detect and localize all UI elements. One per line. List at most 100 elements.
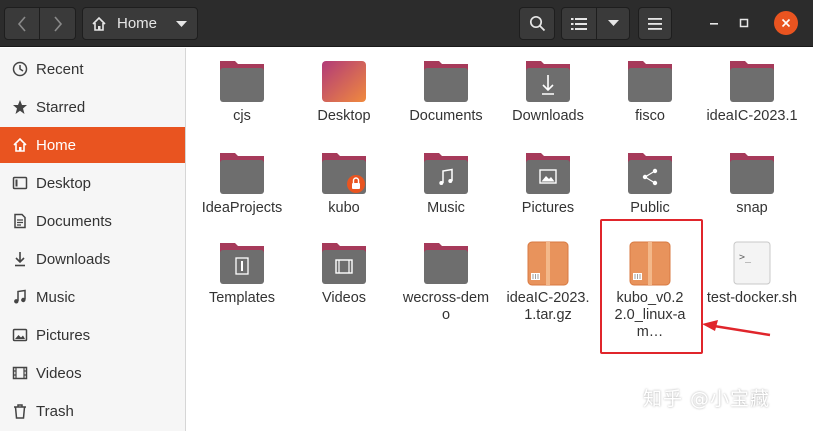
minimize-icon: [710, 23, 718, 25]
sidebar-item-label: Home: [36, 136, 77, 154]
file-name: kubo: [328, 200, 360, 216]
folder-icon: [220, 153, 264, 194]
sidebar-item-trash[interactable]: Trash: [0, 393, 185, 429]
svg-text:>_: >_: [739, 252, 752, 263]
file-item[interactable]: Videos: [296, 240, 392, 307]
folder-icon: [424, 61, 468, 102]
file-item[interactable]: Public: [602, 150, 698, 217]
file-item[interactable]: Music: [398, 150, 494, 217]
chevron-down-icon: [607, 20, 619, 26]
sidebar-item-label: Starred: [36, 98, 86, 116]
search-icon: [529, 15, 545, 32]
sidebar-item-label: Desktop: [36, 174, 92, 192]
highlight-box: [600, 219, 703, 354]
file-item[interactable]: >_ test-docker.sh: [704, 240, 800, 307]
music-folder-icon: [424, 153, 468, 194]
file-item[interactable]: Pictures: [500, 150, 596, 217]
chevron-down-icon: [176, 21, 187, 27]
file-name: Public: [630, 200, 670, 216]
file-name: ideaIC-2023.1: [706, 108, 798, 124]
file-item[interactable]: ideaIC-2023.1.tar.gz: [500, 240, 596, 324]
search-button[interactable]: [519, 7, 555, 40]
folder-icon: [730, 61, 774, 102]
file-item[interactable]: fisco: [602, 58, 698, 125]
sidebar-item-starred[interactable]: Starred: [0, 89, 185, 125]
file-name: IdeaProjects: [201, 200, 283, 216]
file-item[interactable]: wecross-demo: [398, 240, 494, 324]
share-folder-icon: [628, 153, 672, 194]
sidebar-item-label: Downloads: [36, 250, 111, 268]
minimize-button[interactable]: [702, 11, 726, 35]
maximize-button[interactable]: [732, 11, 756, 35]
file-item[interactable]: IdeaProjects: [194, 150, 290, 217]
sidebar-item-label: Pictures: [36, 326, 91, 344]
downloads-folder-icon: [526, 61, 570, 102]
file-name: wecross-demo: [402, 290, 490, 323]
folder-icon: [220, 61, 264, 102]
sidebar-item-documents[interactable]: Documents: [0, 203, 185, 239]
file-name: snap: [736, 200, 768, 216]
home-icon: [92, 16, 106, 31]
file-item[interactable]: Templates: [194, 240, 290, 307]
file-name: Templates: [208, 290, 276, 306]
sidebar-item-recent[interactable]: Recent: [0, 51, 185, 87]
file-name: Desktop: [317, 108, 371, 124]
folder-icon: [730, 153, 774, 194]
forward-button[interactable]: [40, 7, 76, 40]
back-button[interactable]: [4, 7, 40, 40]
sidebar-item-videos[interactable]: Videos: [0, 355, 185, 391]
document-icon: [11, 212, 29, 230]
pictures-folder-icon: [526, 153, 570, 194]
list-view-icon: [571, 17, 587, 30]
locked-folder-icon: [322, 153, 366, 194]
templates-folder-icon: [220, 243, 264, 284]
file-name: cjs: [233, 108, 251, 124]
file-name: Music: [427, 200, 465, 216]
chevron-left-icon: [17, 15, 26, 32]
file-name: Downloads: [512, 108, 584, 124]
home-icon: [11, 136, 29, 154]
script-file-icon: >_: [733, 241, 771, 285]
sidebar-item-home[interactable]: Home: [0, 127, 185, 163]
red-arrow-icon: [702, 320, 771, 337]
watermark: 知乎 @小宝藏: [643, 388, 771, 410]
picture-icon: [11, 326, 29, 344]
videos-folder-icon: [322, 243, 366, 284]
file-name: Documents: [409, 108, 483, 124]
sidebar-item-pictures[interactable]: Pictures: [0, 317, 185, 353]
file-item[interactable]: Desktop: [296, 58, 392, 125]
sidebar: Recent Starred Home Desktop Documents Do…: [0, 48, 186, 431]
file-name: fisco: [635, 108, 665, 124]
file-item[interactable]: snap: [704, 150, 800, 217]
list-view-button[interactable]: [561, 7, 597, 40]
file-item[interactable]: kubo: [296, 150, 392, 217]
header-bar: Home: [0, 0, 813, 47]
file-name: ideaIC-2023.1.tar.gz: [506, 290, 590, 323]
sidebar-item-label: Music: [36, 288, 76, 306]
folder-icon: [424, 243, 468, 284]
sidebar-item-music[interactable]: Music: [0, 279, 185, 315]
maximize-icon: [739, 18, 749, 28]
hamburger-menu-icon: [648, 17, 662, 30]
sidebar-item-label: Recent: [36, 60, 84, 78]
desktop-icon: [11, 174, 29, 192]
file-item[interactable]: Downloads: [500, 58, 596, 125]
file-name: Videos: [321, 290, 367, 306]
sidebar-item-label: Trash: [36, 402, 74, 420]
file-item[interactable]: cjs: [194, 58, 290, 125]
clock-icon: [11, 60, 29, 78]
view-options-button[interactable]: [596, 7, 630, 40]
desktop-folder-icon: [322, 61, 366, 102]
folder-icon: [628, 61, 672, 102]
sidebar-item-label: Videos: [36, 364, 82, 382]
file-name: test-docker.sh: [706, 290, 798, 306]
video-icon: [11, 364, 29, 382]
sidebar-item-desktop[interactable]: Desktop: [0, 165, 185, 201]
file-item[interactable]: Documents: [398, 58, 494, 125]
close-button[interactable]: [774, 11, 798, 35]
sidebar-item-downloads[interactable]: Downloads: [0, 241, 185, 277]
location-pathbar[interactable]: Home: [82, 7, 198, 40]
file-item[interactable]: ideaIC-2023.1: [704, 58, 800, 125]
main-menu-button[interactable]: [638, 7, 672, 40]
file-grid: cjs Desktop Documents Downloads fisco id…: [187, 48, 813, 431]
